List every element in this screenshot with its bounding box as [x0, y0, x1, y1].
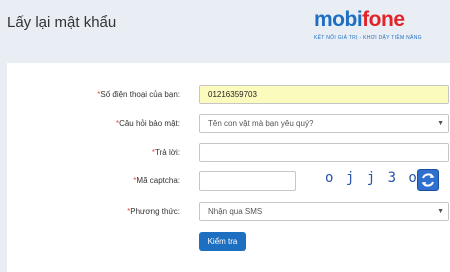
logo-wordmark: mobifone	[314, 8, 405, 32]
method-value: Nhận qua SMS	[208, 207, 263, 216]
chevron-down-icon: ▼	[437, 208, 444, 215]
answer-field[interactable]	[199, 143, 449, 162]
page-title: Lấy lại mật khẩu	[7, 14, 117, 31]
answer-label: *Trả lời:	[152, 148, 180, 157]
captcha-image: o j j 3 o	[325, 170, 419, 186]
security-question-value: Tên con vật mà bạn yêu quý?	[208, 119, 314, 128]
captcha-input[interactable]	[199, 171, 296, 191]
form-panel: *Số điện thoại của bạn: 01216359703 *Câu…	[7, 63, 450, 272]
refresh-icon	[421, 173, 435, 187]
method-label: *Phương thức:	[127, 207, 180, 216]
check-button[interactable]: Kiểm tra	[199, 232, 246, 251]
logo-tagline: KẾT NỐI GIÁ TRỊ - KHƠI DẬY TIỀM NĂNG	[314, 35, 422, 41]
chevron-down-icon: ▼	[437, 120, 444, 127]
phone-label-text: Số điện thoại của bạn:	[100, 90, 180, 99]
method-label-text: Phương thức:	[130, 207, 180, 216]
header: Lấy lại mật khẩu mobifone KẾT NỐI GIÁ TR…	[0, 0, 450, 56]
phone-label: *Số điện thoại của bạn:	[97, 90, 180, 99]
logo-part-mobi: mobi	[314, 8, 363, 31]
captcha-label-text: Mã captcha:	[136, 176, 180, 185]
question-label-text: Câu hỏi bảo mật:	[119, 119, 180, 128]
refresh-captcha-button[interactable]	[417, 169, 439, 191]
captcha-label: *Mã captcha:	[133, 176, 180, 185]
question-label: *Câu hỏi bảo mật:	[116, 119, 180, 128]
answer-label-text: Trả lời:	[155, 148, 180, 157]
mobifone-logo: mobifone KẾT NỐI GIÁ TRỊ - KHƠI DẬY TIỀM…	[314, 8, 442, 48]
security-question-select[interactable]: Tên con vật mà bạn yêu quý? ▼	[199, 114, 449, 133]
logo-part-fone: fone	[362, 8, 405, 31]
method-select[interactable]: Nhận qua SMS ▼	[199, 202, 449, 221]
phone-field[interactable]: 01216359703	[199, 85, 449, 104]
